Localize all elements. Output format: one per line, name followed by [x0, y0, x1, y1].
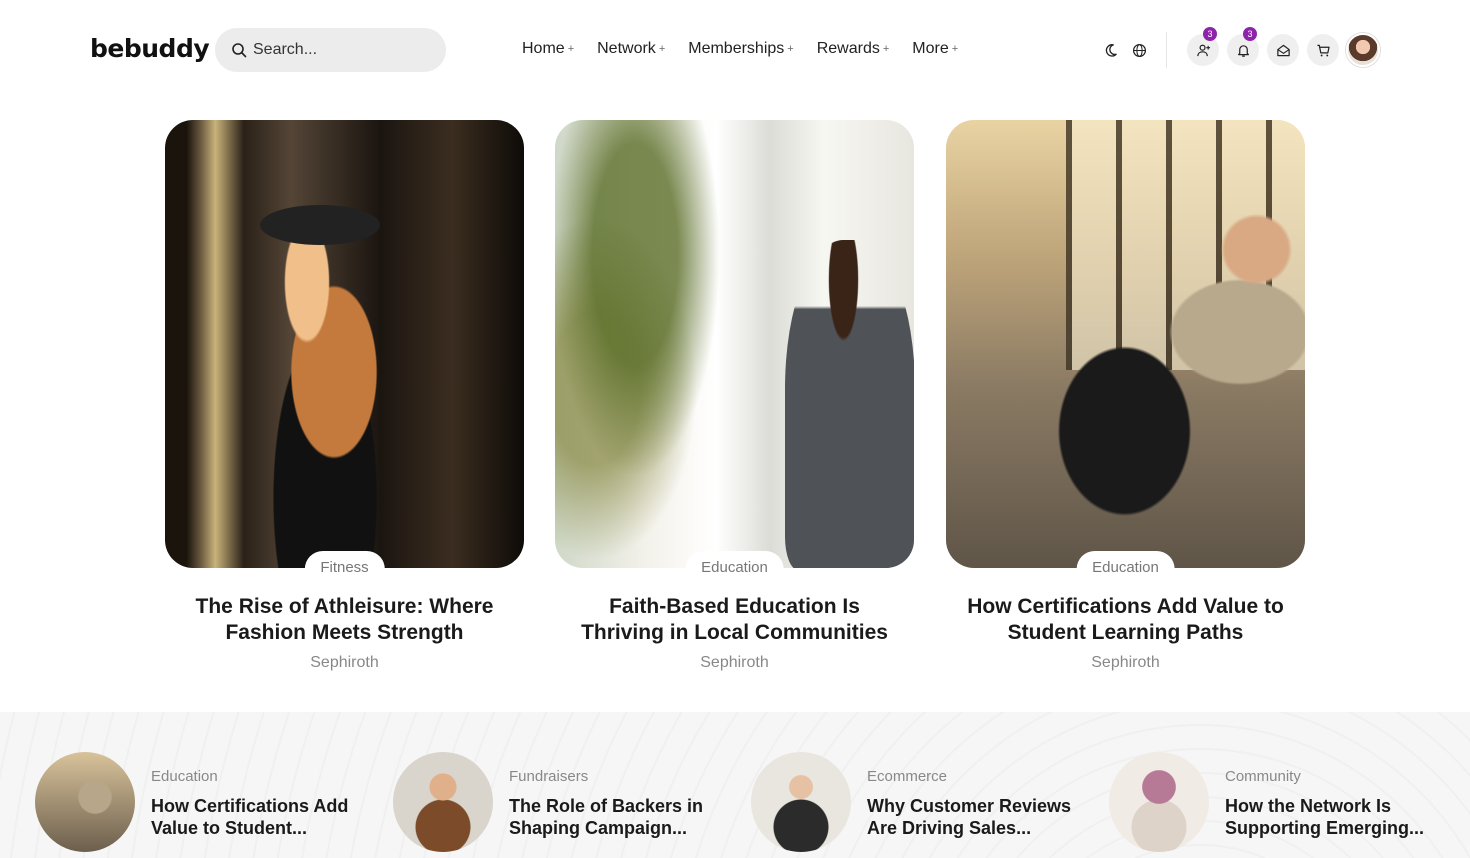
nav-network-label: Network — [597, 40, 656, 57]
globe-icon — [1132, 43, 1146, 57]
category-tag[interactable]: Education — [685, 551, 784, 580]
card-author[interactable]: Sephiroth — [165, 654, 524, 672]
image-subject — [235, 210, 415, 568]
plus-icon: + — [658, 43, 666, 55]
related-post[interactable]: Ecommerce Why Customer Reviews Are Drivi… — [751, 752, 1087, 852]
search-icon — [232, 43, 247, 58]
cart-button[interactable] — [1307, 34, 1339, 66]
post-category[interactable]: Education — [151, 768, 371, 785]
notifications-button[interactable]: 3 — [1227, 27, 1259, 66]
nav-more[interactable]: More + — [912, 40, 958, 58]
category-tag[interactable]: Fitness — [304, 551, 385, 580]
search-input[interactable] — [253, 41, 433, 59]
messages-button[interactable] — [1267, 34, 1299, 66]
image-detail — [260, 205, 380, 245]
nav-memberships[interactable]: Memberships + — [688, 40, 793, 58]
featured-card[interactable]: Education Faith-Based Education Is Thriv… — [555, 120, 914, 672]
post-thumbnail[interactable] — [393, 752, 493, 852]
site-logo[interactable]: bebuddy — [90, 34, 210, 63]
featured-image[interactable] — [946, 120, 1305, 568]
nav-more-label: More — [912, 40, 949, 57]
post-thumbnail[interactable] — [35, 752, 135, 852]
nav-memberships-label: Memberships — [688, 40, 785, 57]
header-divider — [1166, 32, 1167, 68]
user-avatar[interactable] — [1346, 33, 1380, 67]
card-author[interactable]: Sephiroth — [555, 654, 914, 672]
cart-icon — [1316, 44, 1330, 56]
notifications-badge: 3 — [1243, 27, 1257, 41]
card-title[interactable]: The Rise of Athleisure: Where Fashion Me… — [165, 594, 524, 646]
post-category[interactable]: Ecommerce — [867, 768, 1087, 785]
related-post[interactable]: Fundraisers The Role of Backers in Shapi… — [393, 752, 729, 852]
plus-icon: + — [882, 43, 890, 55]
friend-requests-badge: 3 — [1203, 27, 1217, 41]
post-title[interactable]: How Certifications Add Value to Student.… — [151, 795, 371, 839]
related-post[interactable]: Community How the Network Is Supporting … — [1109, 752, 1445, 852]
post-category[interactable]: Community — [1225, 768, 1445, 785]
related-post[interactable]: Education How Certifications Add Value t… — [35, 752, 371, 852]
featured-image[interactable] — [165, 120, 524, 568]
plus-icon: + — [951, 43, 959, 55]
inbox-icon — [1276, 44, 1290, 56]
nav-home-label: Home — [522, 40, 565, 57]
plus-icon: + — [567, 43, 575, 55]
category-tag[interactable]: Education — [1076, 551, 1175, 580]
user-add-icon — [1196, 44, 1210, 56]
related-posts-strip: Education How Certifications Add Value t… — [0, 712, 1470, 858]
card-title[interactable]: Faith-Based Education Is Thriving in Loc… — [555, 594, 914, 646]
dark-mode-toggle[interactable] — [1100, 40, 1120, 60]
plus-icon: + — [787, 43, 794, 55]
search-bar[interactable] — [215, 28, 446, 72]
language-button[interactable] — [1129, 40, 1149, 60]
main-nav: Home + Network + Memberships + Rewards + Mor… — [522, 40, 958, 58]
post-title[interactable]: How the Network Is Supporting Emerging..… — [1225, 795, 1445, 839]
image-subject — [785, 240, 914, 568]
featured-card[interactable]: Fitness The Rise of Athleisure: Where Fa… — [165, 120, 524, 672]
site-header: bebuddy Home+ Network+ Memberships+ Rewa… — [0, 0, 1470, 100]
nav-network[interactable]: Network + — [597, 40, 665, 58]
post-category[interactable]: Fundraisers — [509, 768, 729, 785]
nav-home[interactable]: Home + — [522, 40, 574, 58]
image-subject — [976, 200, 1305, 530]
nav-rewards[interactable]: Rewards + — [817, 40, 890, 58]
post-thumbnail[interactable] — [751, 752, 851, 852]
post-thumbnail[interactable] — [1109, 752, 1209, 852]
bell-icon — [1237, 44, 1249, 57]
card-title[interactable]: How Certifications Add Value to Student … — [946, 594, 1305, 646]
nav-rewards-label: Rewards — [816, 40, 880, 57]
image-detail — [555, 120, 755, 568]
post-title[interactable]: The Role of Backers in Shaping Campaign.… — [509, 795, 729, 839]
post-title[interactable]: Why Customer Reviews Are Driving Sales..… — [867, 795, 1087, 839]
featured-image[interactable] — [555, 120, 914, 568]
friend-requests-button[interactable]: 3 — [1187, 27, 1219, 66]
featured-card[interactable]: Education How Certifications Add Value t… — [946, 120, 1305, 672]
moon-icon — [1105, 43, 1117, 57]
card-author[interactable]: Sephiroth — [946, 654, 1305, 672]
